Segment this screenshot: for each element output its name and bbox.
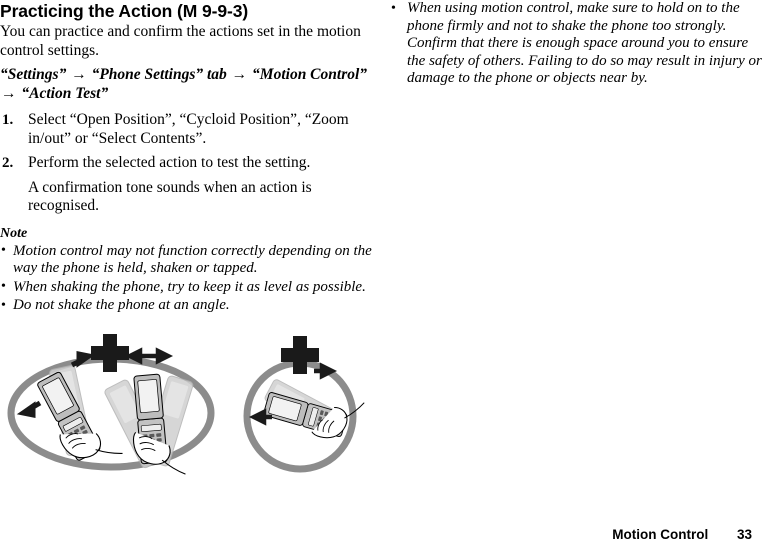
nav-path-segment-4: “Action Test” [21,84,109,102]
arrow-right-icon: → [1,84,17,102]
list-item: 1. Select “Open Position”, “Cycloid Posi… [0,111,372,148]
steps-list: 1. Select “Open Position”, “Cycloid Posi… [0,103,372,216]
arrow-right-icon: → [231,66,248,83]
list-item: • Do not shake the phone at an angle. [0,297,372,315]
motion-control-illustration [4,333,380,488]
left-column: Practicing the Action (M 9-9-3) You can … [0,0,372,315]
footer-page-number: 33 [736,527,752,542]
bullet-icon: • [1,243,6,258]
step-number: 1. [2,112,14,128]
list-item: 2. Perform the selected action to test t… [0,154,372,173]
figure-right-incorrect-angle [243,336,365,473]
intro-paragraph: You can practice and confirm the actions… [0,23,361,59]
warning-text: When using motion control, make sure to … [407,0,762,87]
illustration-svg [7,334,365,479]
nav-path-segment-2: “Phone Settings” tab [91,66,227,83]
nav-path-segment-3: “Motion Control” [252,66,368,83]
list-item: • When using motion control, make sure t… [386,0,768,88]
arrow-right-icon: → [71,66,87,83]
navigation-path: “Settings” → “Phone Settings” tab → “Mot… [0,60,372,103]
step-subtext: A confirmation tone sounds when an actio… [28,178,312,215]
note-text: Do not shake the phone at an angle. [13,297,230,313]
warning-list: • When using motion control, make sure t… [386,0,768,88]
bullet-icon: • [1,297,6,313]
step-number: 2. [2,155,14,171]
step-text: Select “Open Position”, “Cycloid Positio… [28,111,349,147]
page-footer: Motion Control 33 [0,527,752,543]
note-text: Motion control may not function correctl… [13,242,372,277]
bullet-icon: • [391,0,396,16]
list-item: • Motion control may not function correc… [0,243,372,278]
note-heading: Note [0,225,28,241]
x-mark-icon [91,334,129,372]
document-page: Practicing the Action (M 9-9-3) You can … [0,0,768,549]
figure-left-incorrect-angle [7,334,215,479]
nav-path-segment-1: “Settings” [0,66,67,83]
step-text: Perform the selected action to test the … [28,154,311,171]
bullet-icon: • [1,279,6,294]
page-title: Practicing the Action (M 9-9-3) [0,1,249,21]
list-item: • When shaking the phone, try to keep it… [0,279,372,297]
footer-section-label: Motion Control [612,527,709,542]
note-list: • Motion control may not function correc… [0,243,372,315]
right-column: • When using motion control, make sure t… [386,0,768,88]
note-text: When shaking the phone, try to keep it a… [13,278,366,295]
